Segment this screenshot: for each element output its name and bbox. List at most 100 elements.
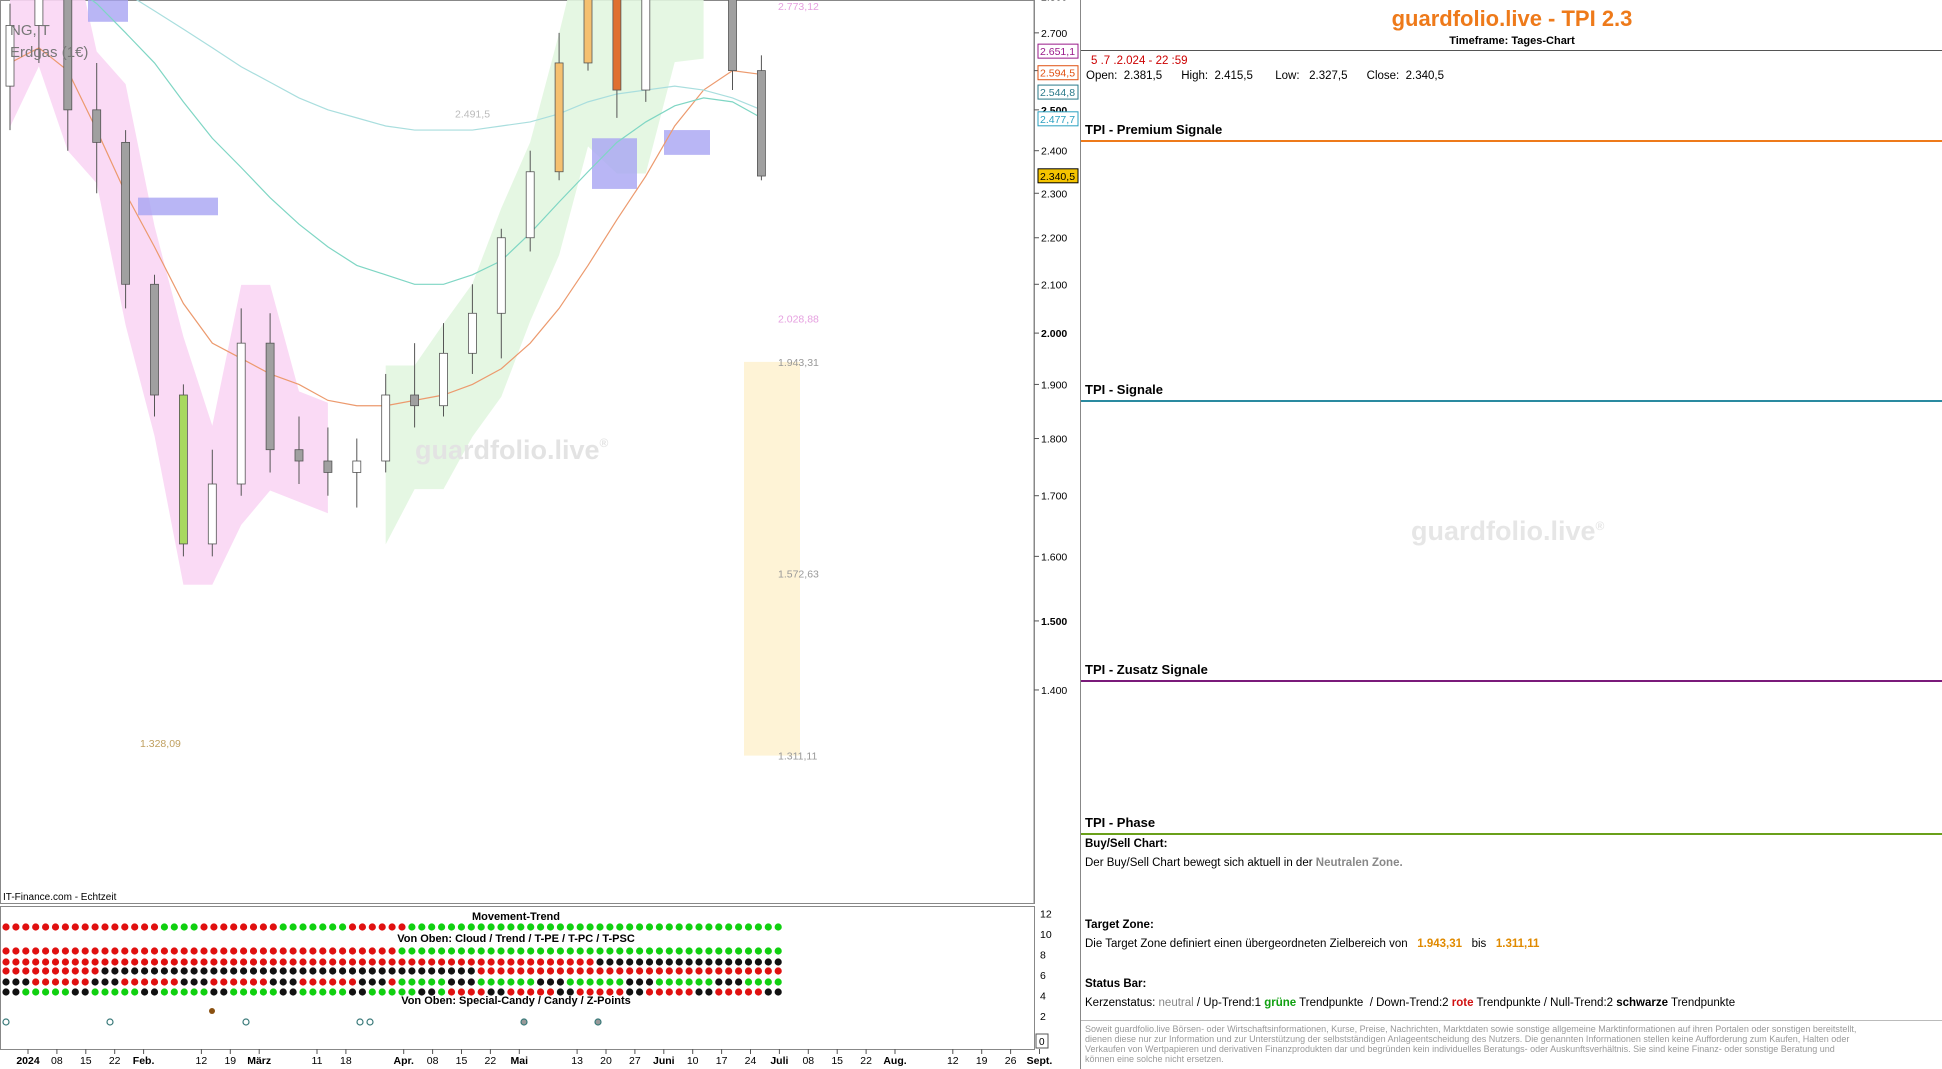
trend-dot	[596, 967, 604, 975]
trend-dot	[418, 978, 426, 986]
trend-dot	[636, 958, 644, 966]
x-tick-label: März	[247, 1055, 271, 1067]
trend-dot	[655, 947, 664, 955]
trend-dot	[764, 967, 772, 975]
trend-dot	[497, 947, 505, 955]
trend-dot	[695, 947, 703, 955]
trend-dot	[32, 988, 40, 996]
trend-dot	[160, 947, 168, 955]
trend-dot	[398, 923, 406, 931]
trend-dot	[81, 958, 89, 966]
trend-dot	[319, 988, 327, 996]
trend-dot	[51, 978, 60, 986]
trend-dot	[101, 988, 109, 996]
zusatz-divider	[1081, 680, 1942, 682]
trend-dot	[467, 978, 475, 986]
trend-dot	[2, 958, 10, 966]
trend-dot	[170, 988, 178, 996]
candle-body	[294, 449, 304, 462]
trend-dot	[665, 978, 673, 986]
trend-dot	[537, 978, 545, 986]
trend-dot	[754, 978, 763, 986]
annotation-4: 2.028,88	[778, 314, 819, 326]
trend-dot	[537, 923, 545, 931]
trend-dot	[725, 947, 733, 955]
trend-dot	[279, 947, 287, 955]
trend-dot	[309, 947, 317, 955]
trend-dot	[230, 967, 238, 975]
trend-dot	[289, 947, 297, 955]
trend-dot	[517, 967, 525, 975]
trend-dot	[507, 967, 515, 975]
target-to: 1.311,11	[1495, 938, 1540, 950]
trend-dot	[408, 923, 416, 931]
trend-dot	[566, 923, 574, 931]
trend-dot	[636, 988, 644, 996]
trend-dot	[497, 988, 505, 996]
x-tick-label: 19	[976, 1055, 988, 1067]
trend-dot	[12, 958, 20, 966]
trend-dot	[230, 978, 238, 986]
trend-dot	[507, 958, 515, 966]
trend-dot	[636, 947, 644, 955]
trend-dot	[348, 967, 357, 975]
trend-dot	[22, 947, 30, 955]
trend-dot	[378, 958, 386, 966]
trend-dot	[774, 947, 782, 955]
trend-dot	[111, 967, 119, 975]
signal-box-1	[138, 197, 218, 216]
z-point	[520, 1018, 528, 1026]
trend-dot	[230, 923, 238, 931]
candle-body	[641, 0, 651, 91]
trend-dot	[675, 923, 683, 931]
trend-dot	[249, 988, 258, 996]
x-tick-label: 13	[571, 1055, 583, 1067]
trend-dot	[249, 958, 258, 966]
trend-dot	[339, 923, 347, 931]
trend-dot	[715, 967, 723, 975]
section-signale: TPI - Signale	[1085, 382, 1164, 397]
chart-area[interactable]: 3.877,983.245,78ALT2.773,122.028,881.943…	[0, 0, 1080, 1069]
trend-dot	[487, 967, 495, 975]
trend-dot	[319, 978, 327, 986]
trend-dot	[764, 988, 772, 996]
trend-dot	[546, 923, 555, 931]
candle-body	[525, 171, 535, 239]
x-tick-label: 22	[109, 1055, 121, 1067]
trend-dot	[744, 988, 753, 996]
trend-dot	[2, 978, 10, 986]
indicator-value-label: 0	[1039, 1037, 1045, 1048]
trend-dot	[438, 967, 446, 975]
trend-dot	[210, 923, 218, 931]
trend-dot	[556, 978, 565, 986]
trend-dot	[210, 947, 218, 955]
trend-dot	[645, 923, 654, 931]
price-tag-label: 2.594,5	[1040, 68, 1075, 80]
data-source-label: IT-Finance.com - Echtzeit	[3, 892, 117, 903]
trend-dot	[655, 967, 664, 975]
section-zusatz-signale: TPI - Zusatz Signale	[1085, 662, 1208, 677]
trend-dot	[705, 947, 713, 955]
trend-dot	[418, 988, 426, 996]
trend-dot	[467, 947, 475, 955]
timeframe-label: Timeframe: Tages-Chart	[1449, 35, 1575, 47]
trend-dot	[378, 923, 386, 931]
trend-dot	[71, 967, 79, 975]
candle-body	[265, 342, 275, 451]
trend-dot	[309, 967, 317, 975]
trend-dot	[715, 988, 723, 996]
x-tick-label: 10	[687, 1055, 699, 1067]
trend-dot	[556, 988, 565, 996]
trend-dot	[269, 978, 277, 986]
z-point	[356, 1018, 364, 1026]
y-tick-label: 2.700	[1041, 28, 1067, 40]
trend-dot	[279, 978, 287, 986]
trend-dot	[546, 978, 555, 986]
trend-dot	[348, 988, 357, 996]
indicator-y-label: 6	[1040, 970, 1046, 982]
indicator-y-label: 12	[1040, 909, 1052, 921]
trend-dot	[447, 988, 456, 996]
trend-dot	[329, 967, 337, 975]
x-tick-label: Apr.	[393, 1055, 414, 1067]
trend-dot	[576, 958, 584, 966]
